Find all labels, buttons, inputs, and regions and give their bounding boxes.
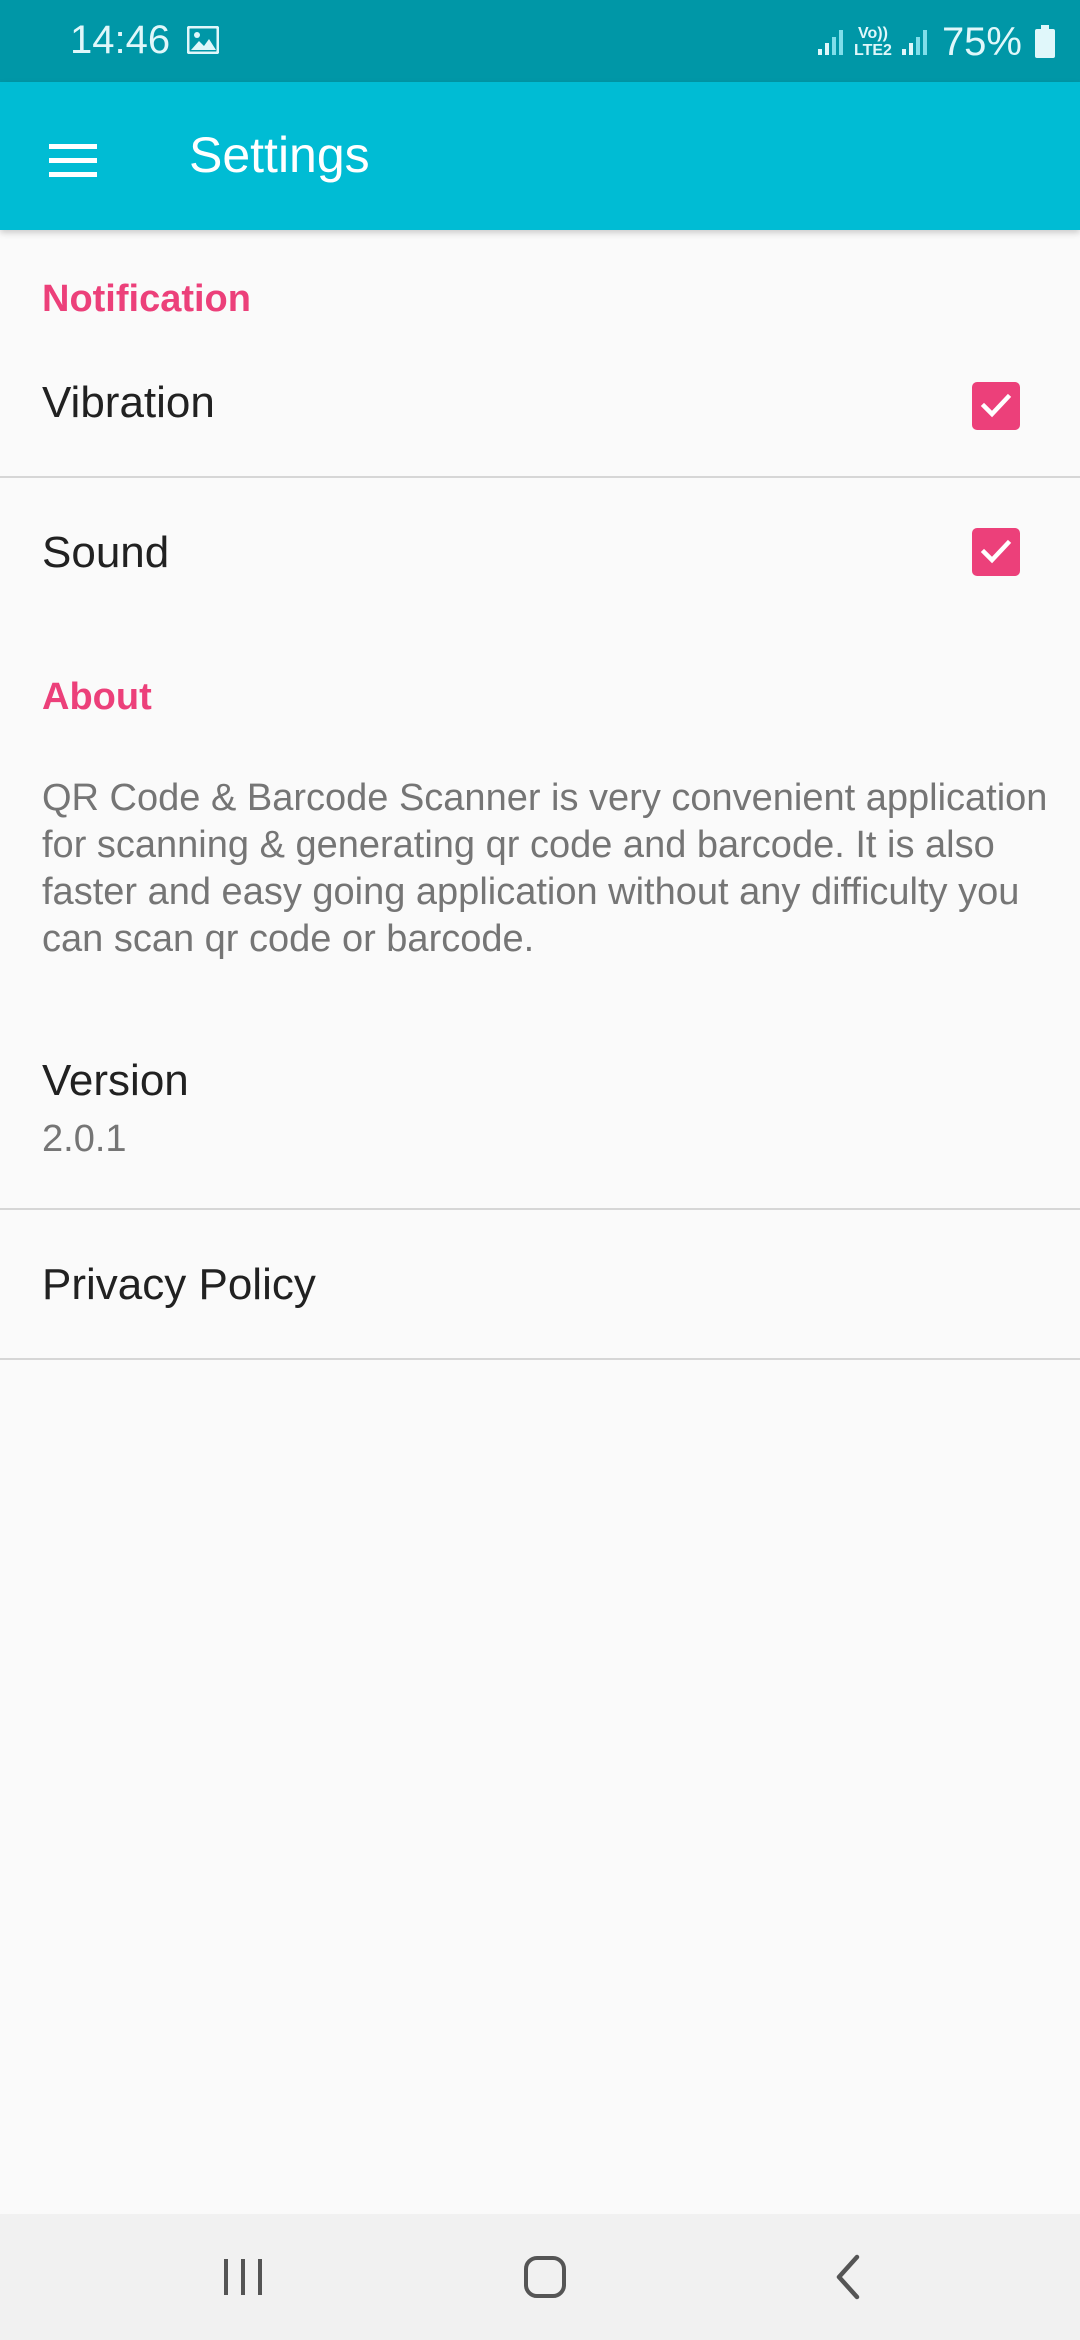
volte-indicator: Vo)) LTE2 [854,25,892,59]
version-label: Version [42,1056,189,1105]
signal-icon-2 [901,30,927,55]
sound-preference[interactable]: Sound [0,478,1080,626]
menu-button[interactable] [30,118,116,204]
divider [0,1358,1080,1360]
checkmark-icon [980,393,1012,418]
signal-icon [818,30,843,55]
home-button[interactable] [465,2214,625,2340]
privacy-policy-label: Privacy Policy [42,1260,316,1309]
navigation-bar [0,2214,1080,2340]
recents-icon [224,2259,262,2295]
status-time: 14:46 [70,18,171,62]
volte-label: Vo)) [858,25,888,42]
notification-section-header: Notification [42,278,251,320]
about-description: QR Code & Barcode Scanner is very conven… [42,777,1048,960]
gallery-notification-icon [187,26,219,54]
recents-button[interactable] [163,2214,323,2340]
back-button[interactable] [768,2214,928,2340]
sound-label: Sound [42,528,170,577]
privacy-policy-preference[interactable]: Privacy Policy [0,1210,1080,1358]
back-icon [836,2254,860,2300]
app-bar: Settings [0,82,1080,230]
sound-checkbox[interactable] [972,528,1020,576]
home-icon [524,2256,566,2298]
status-indicators: Vo)) LTE2 75% [816,14,1056,70]
vibration-checkbox[interactable] [972,382,1020,430]
about-section-header: About [42,676,152,718]
hamburger-menu-icon [49,144,97,177]
checkmark-icon [980,539,1012,564]
vibration-preference[interactable]: Vibration [0,340,1080,476]
vibration-label: Vibration [42,378,215,427]
status-bar: 14:46 Vo)) LTE2 75% [0,0,1080,82]
lte-label: LTE2 [854,42,892,59]
battery-icon [1035,25,1055,58]
version-preference[interactable]: Version 2.0.1 [0,1010,1080,1208]
version-value: 2.0.1 [42,1118,127,1160]
battery-percentage: 75% [941,19,1022,64]
page-title: Settings [189,127,370,183]
